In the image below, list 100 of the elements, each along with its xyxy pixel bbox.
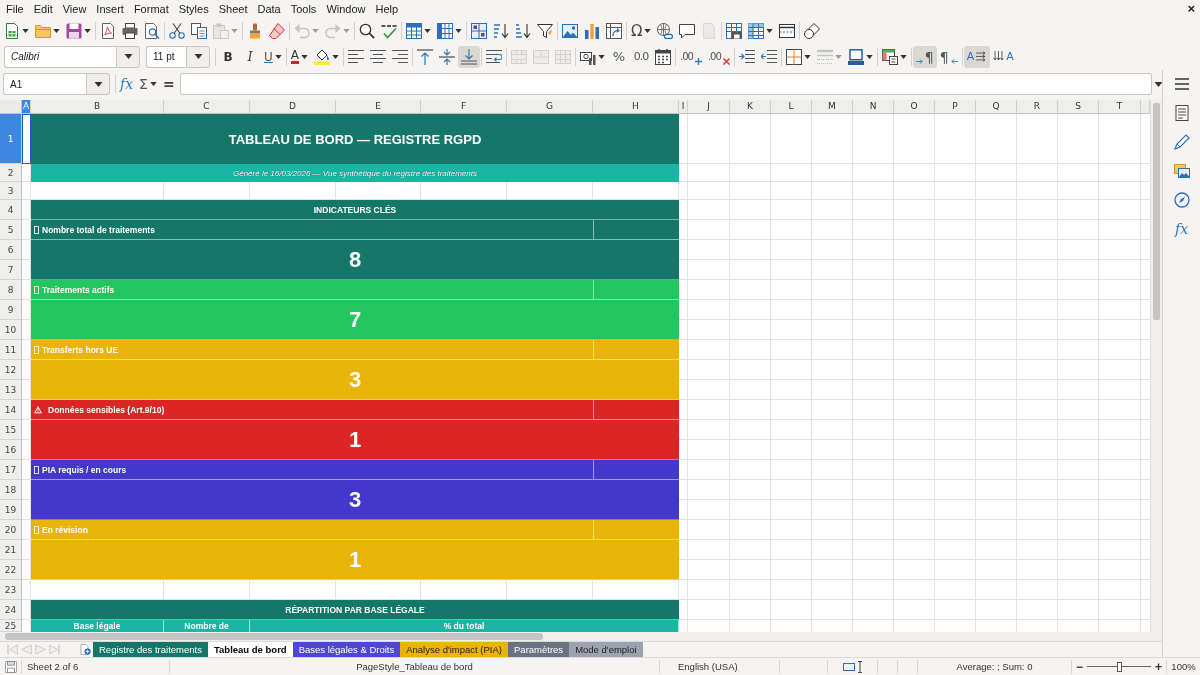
name-box[interactable]: A1 — [3, 73, 87, 95]
row-header[interactable]: 10 — [0, 320, 22, 340]
pdf-document-icon — [100, 22, 116, 39]
function-wizard-button[interactable]: fx — [117, 73, 137, 95]
row-header[interactable]: 25 — [0, 620, 22, 632]
row-header[interactable]: 21 — [0, 540, 22, 560]
page-style: PageStyle_Tableau de bord — [356, 661, 473, 672]
dropdown-button[interactable] — [86, 73, 110, 95]
column-header[interactable]: G — [507, 100, 593, 114]
font-color-button[interactable]: A — [287, 45, 311, 68]
row-header[interactable]: 4 — [0, 200, 22, 220]
row-header[interactable]: 15 — [0, 420, 22, 440]
row-header[interactable]: 1 — [0, 114, 22, 164]
percent-format-button[interactable]: % — [608, 45, 630, 68]
bold-button[interactable]: B — [217, 45, 239, 68]
row-header[interactable]: 23 — [0, 580, 22, 600]
row-header[interactable]: 24 — [0, 600, 22, 620]
menu-item[interactable]: Insert — [91, 1, 129, 17]
row-header[interactable]: 9 — [0, 300, 22, 320]
sheet-tab[interactable]: Registre des traitements — [93, 642, 208, 657]
row-header[interactable]: 7 — [0, 260, 22, 280]
menu-item[interactable]: Sheet — [213, 1, 253, 17]
special-character-button[interactable]: Ω — [628, 19, 655, 42]
row-header[interactable]: 5 — [0, 220, 22, 240]
column-header[interactable]: O — [894, 100, 935, 114]
row-header[interactable]: 8 — [0, 280, 22, 300]
right-to-left-button[interactable]: ¶ — [936, 45, 961, 68]
delete-decimal-button[interactable]: .00 — [704, 45, 733, 68]
menu-item[interactable]: Format — [128, 1, 174, 17]
dropdown-button[interactable] — [186, 45, 210, 68]
number-format-button[interactable]: 0.0 — [630, 45, 652, 68]
row-header[interactable]: 2 — [0, 164, 22, 182]
add-decimal-button[interactable]: .00 — [677, 45, 705, 68]
sheet-tab[interactable]: Bases légales & Droits — [292, 642, 401, 657]
vertical-scrollbar[interactable] — [1150, 100, 1162, 632]
table-grid-icon — [406, 22, 422, 39]
column-header[interactable]: Q — [976, 100, 1017, 114]
slider-thumb[interactable] — [1117, 662, 1122, 672]
text-top-to-bottom-button[interactable]: A — [990, 45, 1017, 68]
sort-descending-icon — [515, 22, 531, 39]
text-left-to-right-button[interactable]: A — [963, 45, 991, 68]
zoom-out-button[interactable]: − — [1076, 660, 1083, 673]
column-header[interactable]: L — [771, 100, 812, 114]
row-header[interactable]: 17 — [0, 460, 22, 480]
column-header[interactable]: M — [812, 100, 853, 114]
menu-item[interactable]: Edit — [28, 1, 58, 17]
menu-item[interactable]: Styles — [173, 1, 214, 17]
row-header[interactable]: 11 — [0, 340, 22, 360]
sheet-tab[interactable]: Analyse d'impact (PIA) — [400, 642, 508, 657]
printer-icon — [122, 22, 138, 39]
sum-button[interactable]: Σ — [136, 73, 160, 95]
left-to-right-button[interactable]: ¶ — [912, 45, 937, 68]
column-header[interactable]: E — [336, 100, 421, 114]
row-header[interactable]: 18 — [0, 480, 22, 500]
column-header[interactable]: F — [421, 100, 507, 114]
formula-input[interactable] — [179, 73, 1152, 95]
menu-item[interactable]: File — [1, 1, 29, 17]
menu-item[interactable]: View — [57, 1, 92, 17]
menu-item[interactable]: Help — [370, 1, 404, 17]
font-name-field[interactable]: Calibri — [4, 45, 116, 68]
menu-item[interactable]: Data — [252, 1, 286, 17]
row-header[interactable]: 20 — [0, 520, 22, 540]
add-sheet-button[interactable] — [77, 642, 93, 657]
menu-item[interactable]: Window — [321, 1, 371, 17]
row-header[interactable]: 14 — [0, 400, 22, 420]
row-header[interactable]: 19 — [0, 500, 22, 520]
column-header[interactable]: C — [164, 100, 250, 114]
underline-button[interactable]: U — [261, 45, 285, 68]
column-header[interactable]: R — [1017, 100, 1058, 114]
zoom-in-button[interactable]: + — [1155, 660, 1162, 673]
dropdown-button[interactable] — [116, 45, 140, 68]
sheet-tab[interactable]: Paramètres — [508, 642, 570, 657]
column-header[interactable]: P — [935, 100, 976, 114]
row-header[interactable]: 6 — [0, 240, 22, 260]
close-document-button[interactable]: × — [1185, 2, 1197, 16]
font-size-field[interactable]: 11 pt — [146, 45, 186, 68]
horizontal-scrollbar[interactable] — [0, 632, 1162, 641]
functions-button[interactable]: fx — [1169, 218, 1194, 240]
column-header[interactable]: T — [1099, 100, 1141, 114]
italic-button[interactable]: I — [239, 45, 261, 68]
row-header[interactable]: 13 — [0, 380, 22, 400]
warning-icon: ⚠ — [34, 404, 42, 415]
column-header[interactable]: D — [250, 100, 336, 114]
row-header[interactable]: 16 — [0, 440, 22, 460]
cell-grid[interactable] — [22, 114, 1150, 632]
row-header[interactable]: 3 — [0, 182, 22, 200]
row-header[interactable]: 12 — [0, 360, 22, 380]
menu-item[interactable]: Tools — [285, 1, 322, 17]
column-header[interactable]: N — [853, 100, 894, 114]
column-header[interactable]: J — [688, 100, 730, 114]
column-header[interactable]: S — [1058, 100, 1099, 114]
globe-link-icon — [657, 22, 674, 39]
sheet-tab[interactable]: Mode d'emploi — [569, 642, 643, 657]
column-header[interactable]: K — [730, 100, 771, 114]
column-header[interactable]: H — [593, 100, 679, 114]
check-mark-icon — [381, 22, 397, 39]
sheet-tab[interactable]: Tableau de bord — [207, 642, 293, 657]
formula-button[interactable]: = — [159, 73, 178, 95]
column-header[interactable]: B — [31, 100, 164, 114]
row-header[interactable]: 22 — [0, 560, 22, 580]
